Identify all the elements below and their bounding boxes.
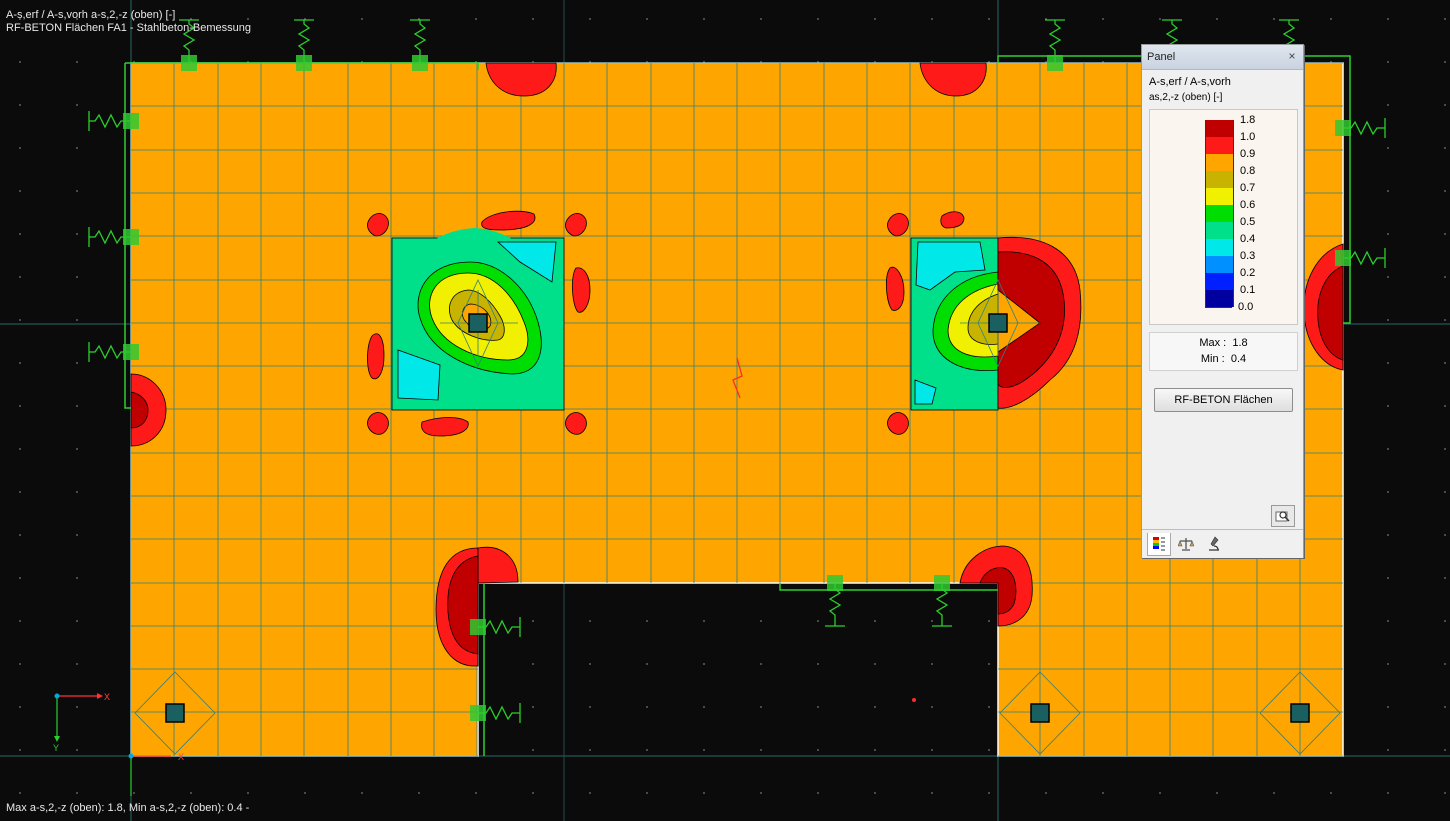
close-icon[interactable]: × [1285, 50, 1299, 64]
legend-swatch [1205, 222, 1234, 239]
microscope-icon[interactable] [1203, 533, 1225, 555]
legend-label: 0.1 [1240, 284, 1256, 296]
legend-swatch [1205, 256, 1234, 273]
max-label: Max [1199, 337, 1221, 349]
panel-tabs [1142, 529, 1303, 558]
legend-label: 0.8 [1240, 165, 1256, 177]
legend-label: 0.4 [1240, 233, 1256, 245]
min-label: Min [1200, 353, 1219, 365]
legend-swatch [1205, 205, 1234, 222]
results-panel[interactable]: Panel × A-s,erf / A-s,vorh as,2,-z (oben… [1141, 44, 1304, 558]
legend-label: 0.7 [1240, 182, 1256, 194]
legend-label: 1.8 [1240, 114, 1256, 126]
status-max-min: Max a-s,2,-z (oben): 1.8, Min a-s,2,-z (… [6, 802, 250, 814]
legend-swatch [1205, 307, 1232, 308]
legend-swatch [1205, 188, 1234, 205]
panel-titlebar[interactable]: Panel × [1142, 45, 1303, 70]
y-axis-label: Y [53, 743, 60, 753]
panel-title: Panel [1147, 51, 1176, 63]
legend-label: 0.9 [1240, 148, 1256, 160]
x-axis-label: X [104, 692, 111, 702]
legend-swatch [1205, 290, 1234, 307]
legend-label: 0.5 [1240, 216, 1256, 228]
legend-swatch [1205, 120, 1234, 137]
max-value: 1.8 [1232, 337, 1248, 349]
module-label: RF-BETON Flächen FA1 - Stahlbeton-Bemess… [6, 22, 251, 34]
x-axis-label-2: X [178, 752, 185, 762]
panel-subheading: as,2,-z (oben) [-] [1149, 92, 1223, 103]
color-scale-icon[interactable] [1147, 533, 1171, 556]
legend-label: 1.0 [1240, 131, 1256, 143]
max-min-box: Max : 1.8 Min : 0.4 [1149, 332, 1298, 371]
legend-label: 0.6 [1240, 199, 1256, 211]
color-legend[interactable]: 1.8 1.0 0.9 0.8 0.7 0.6 0.5 0.4 0.3 0.2 0.1 0.0 [1149, 109, 1298, 325]
legend-label: 0.2 [1240, 267, 1256, 279]
max-row: Max : 1.8 [1199, 337, 1248, 349]
legend-swatch [1205, 239, 1234, 256]
zoom-icon[interactable] [1271, 505, 1295, 527]
legend-label: 0.0 [1238, 301, 1254, 313]
legend-swatch [1205, 154, 1234, 171]
result-type-label: A-s,erf / A-s,vorh a-s,2,-z (oben) [-] [6, 9, 176, 21]
rf-beton-button[interactable]: RF-BETON Flächen [1154, 388, 1293, 412]
legend-label: 0.3 [1240, 250, 1256, 262]
legend-swatch [1205, 273, 1234, 290]
legend-swatch [1205, 171, 1234, 188]
legend-swatch [1205, 137, 1234, 154]
min-row: Min : 0.4 [1200, 353, 1247, 365]
min-value: 0.4 [1230, 353, 1247, 365]
legend-entry: 0.0 [1205, 301, 1285, 324]
panel-heading: A-s,erf / A-s,vorh [1149, 76, 1231, 88]
balance-icon[interactable] [1175, 533, 1197, 555]
